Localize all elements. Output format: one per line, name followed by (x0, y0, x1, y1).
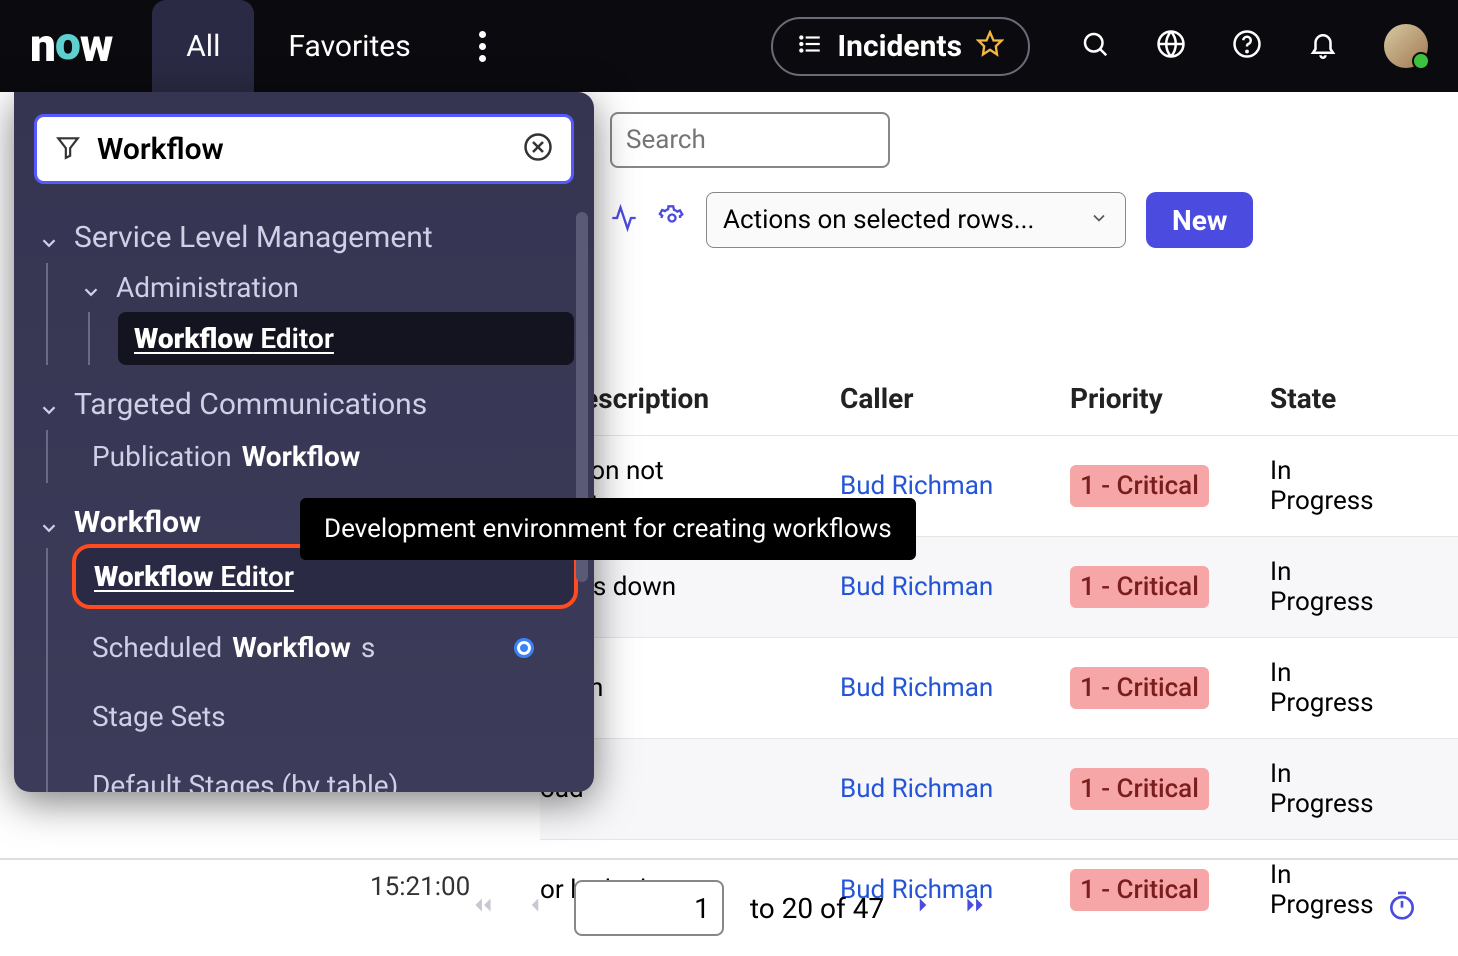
indicator-dot (514, 638, 534, 658)
nav-item-default-stages[interactable]: Default Stages (by table) (76, 759, 574, 792)
bell-icon[interactable] (1308, 29, 1338, 63)
header-bar: now All Favorites Incidents (0, 0, 1458, 92)
chevron-down-icon (38, 512, 60, 534)
toolbar-lower: Actions on selected rows... New (610, 192, 1434, 248)
chevron-down-icon (1089, 205, 1109, 235)
prev-page-icon[interactable] (522, 892, 548, 925)
cell-state: In Progress (1270, 557, 1420, 617)
gear-icon[interactable] (658, 204, 686, 236)
group-label: Administration (116, 271, 299, 304)
page-input[interactable] (574, 880, 724, 936)
page-range: to 20 of 47 (750, 892, 884, 925)
tab-favorites[interactable]: Favorites (254, 0, 444, 92)
pager: to 20 of 47 (0, 858, 1458, 956)
table-header: rt description Caller Priority State (540, 362, 1458, 435)
nav-item-scheduled-workflows[interactable]: Scheduled Workflow s (76, 621, 574, 674)
activity-icon[interactable] (610, 204, 638, 236)
group-label: Targeted Communications (74, 387, 427, 422)
cell-caller[interactable]: Bud Richman (840, 673, 1070, 703)
priority-badge: 1 - Critical (1070, 465, 1209, 507)
first-page-icon[interactable] (470, 892, 496, 925)
avatar[interactable] (1384, 24, 1428, 68)
leaf-pre: Scheduled (92, 631, 222, 664)
leaf-bold: Workflow (94, 560, 213, 593)
actions-label: Actions on selected rows... (723, 205, 1034, 235)
globe-icon[interactable] (1156, 29, 1186, 63)
cell-state: In Progress (1270, 456, 1420, 516)
search-input[interactable] (610, 112, 890, 168)
group-administration[interactable]: Administration (76, 263, 574, 312)
leaf-label: Default Stages (by table) (92, 769, 398, 792)
nav-item-publication-workflow[interactable]: Publication Workflow (76, 430, 574, 483)
next-page-icon[interactable] (910, 892, 936, 925)
star-outline-icon[interactable] (976, 30, 1004, 62)
chevron-down-icon (38, 227, 60, 249)
nav-tabs: All Favorites (152, 0, 444, 92)
leaf-post: s (361, 631, 375, 664)
chevron-down-icon (38, 394, 60, 416)
priority-badge: 1 - Critical (1070, 667, 1209, 709)
actions-select[interactable]: Actions on selected rows... (706, 192, 1126, 248)
tab-all[interactable]: All (152, 0, 254, 92)
cell-caller[interactable]: Bud Richman (840, 471, 1070, 501)
leaf-rest: Editor (253, 322, 334, 355)
stopwatch-icon[interactable] (1386, 889, 1418, 928)
pill-label: Incidents (837, 29, 962, 64)
new-button[interactable]: New (1146, 192, 1253, 248)
help-icon[interactable] (1232, 29, 1262, 63)
leaf-bold: Workflow (134, 322, 253, 355)
cell-caller[interactable]: Bud Richman (840, 774, 1070, 804)
toolbar-upper (610, 112, 890, 168)
table-row[interactable]: oad Bud Richman 1 - Critical In Progress (540, 738, 1458, 839)
filter-box[interactable] (34, 114, 574, 184)
data-table: rt description Caller Priority State olu… (540, 362, 1458, 940)
list-icon (797, 31, 823, 61)
nav-item-workflow-editor[interactable]: Workflow Editor (118, 312, 574, 365)
col-priority[interactable]: Priority (1070, 382, 1270, 415)
cell-state: In Progress (1270, 759, 1420, 819)
filter-icon (55, 131, 81, 167)
filter-input[interactable] (97, 132, 507, 167)
col-state[interactable]: State (1270, 382, 1420, 415)
logo: now (30, 19, 112, 73)
tooltip: Development environment for creating wor… (300, 498, 916, 560)
leaf-pre: Publication (92, 440, 232, 473)
col-caller[interactable]: Caller (840, 382, 1070, 415)
more-menu-icon[interactable] (465, 31, 501, 62)
group-targeted-comm[interactable]: Targeted Communications (34, 379, 574, 430)
nav-panel: Service Level Management Administration … (14, 92, 594, 792)
header-icons (1080, 24, 1428, 68)
leaf-bold: Workflow (242, 440, 361, 473)
table-row[interactable]: down Bud Richman 1 - Critical In Progres… (540, 637, 1458, 738)
leaf-label: Stage Sets (92, 700, 226, 733)
priority-badge: 1 - Critical (1070, 768, 1209, 810)
cell-state: In Progress (1270, 658, 1420, 718)
leaf-rest: Editor (213, 560, 294, 593)
group-label: Workflow (74, 505, 201, 540)
current-page-pill[interactable]: Incidents (771, 17, 1030, 76)
cell-caller[interactable]: Bud Richman (840, 572, 1070, 602)
search-icon[interactable] (1080, 29, 1110, 63)
priority-badge: 1 - Critical (1070, 566, 1209, 608)
group-label: Service Level Management (74, 220, 433, 255)
clear-icon[interactable] (523, 132, 553, 166)
leaf-bold: Workflow (232, 631, 351, 664)
group-slm[interactable]: Service Level Management (34, 212, 574, 263)
nav-item-stage-sets[interactable]: Stage Sets (76, 690, 574, 743)
last-page-icon[interactable] (962, 892, 988, 925)
chevron-down-icon (80, 277, 102, 299)
